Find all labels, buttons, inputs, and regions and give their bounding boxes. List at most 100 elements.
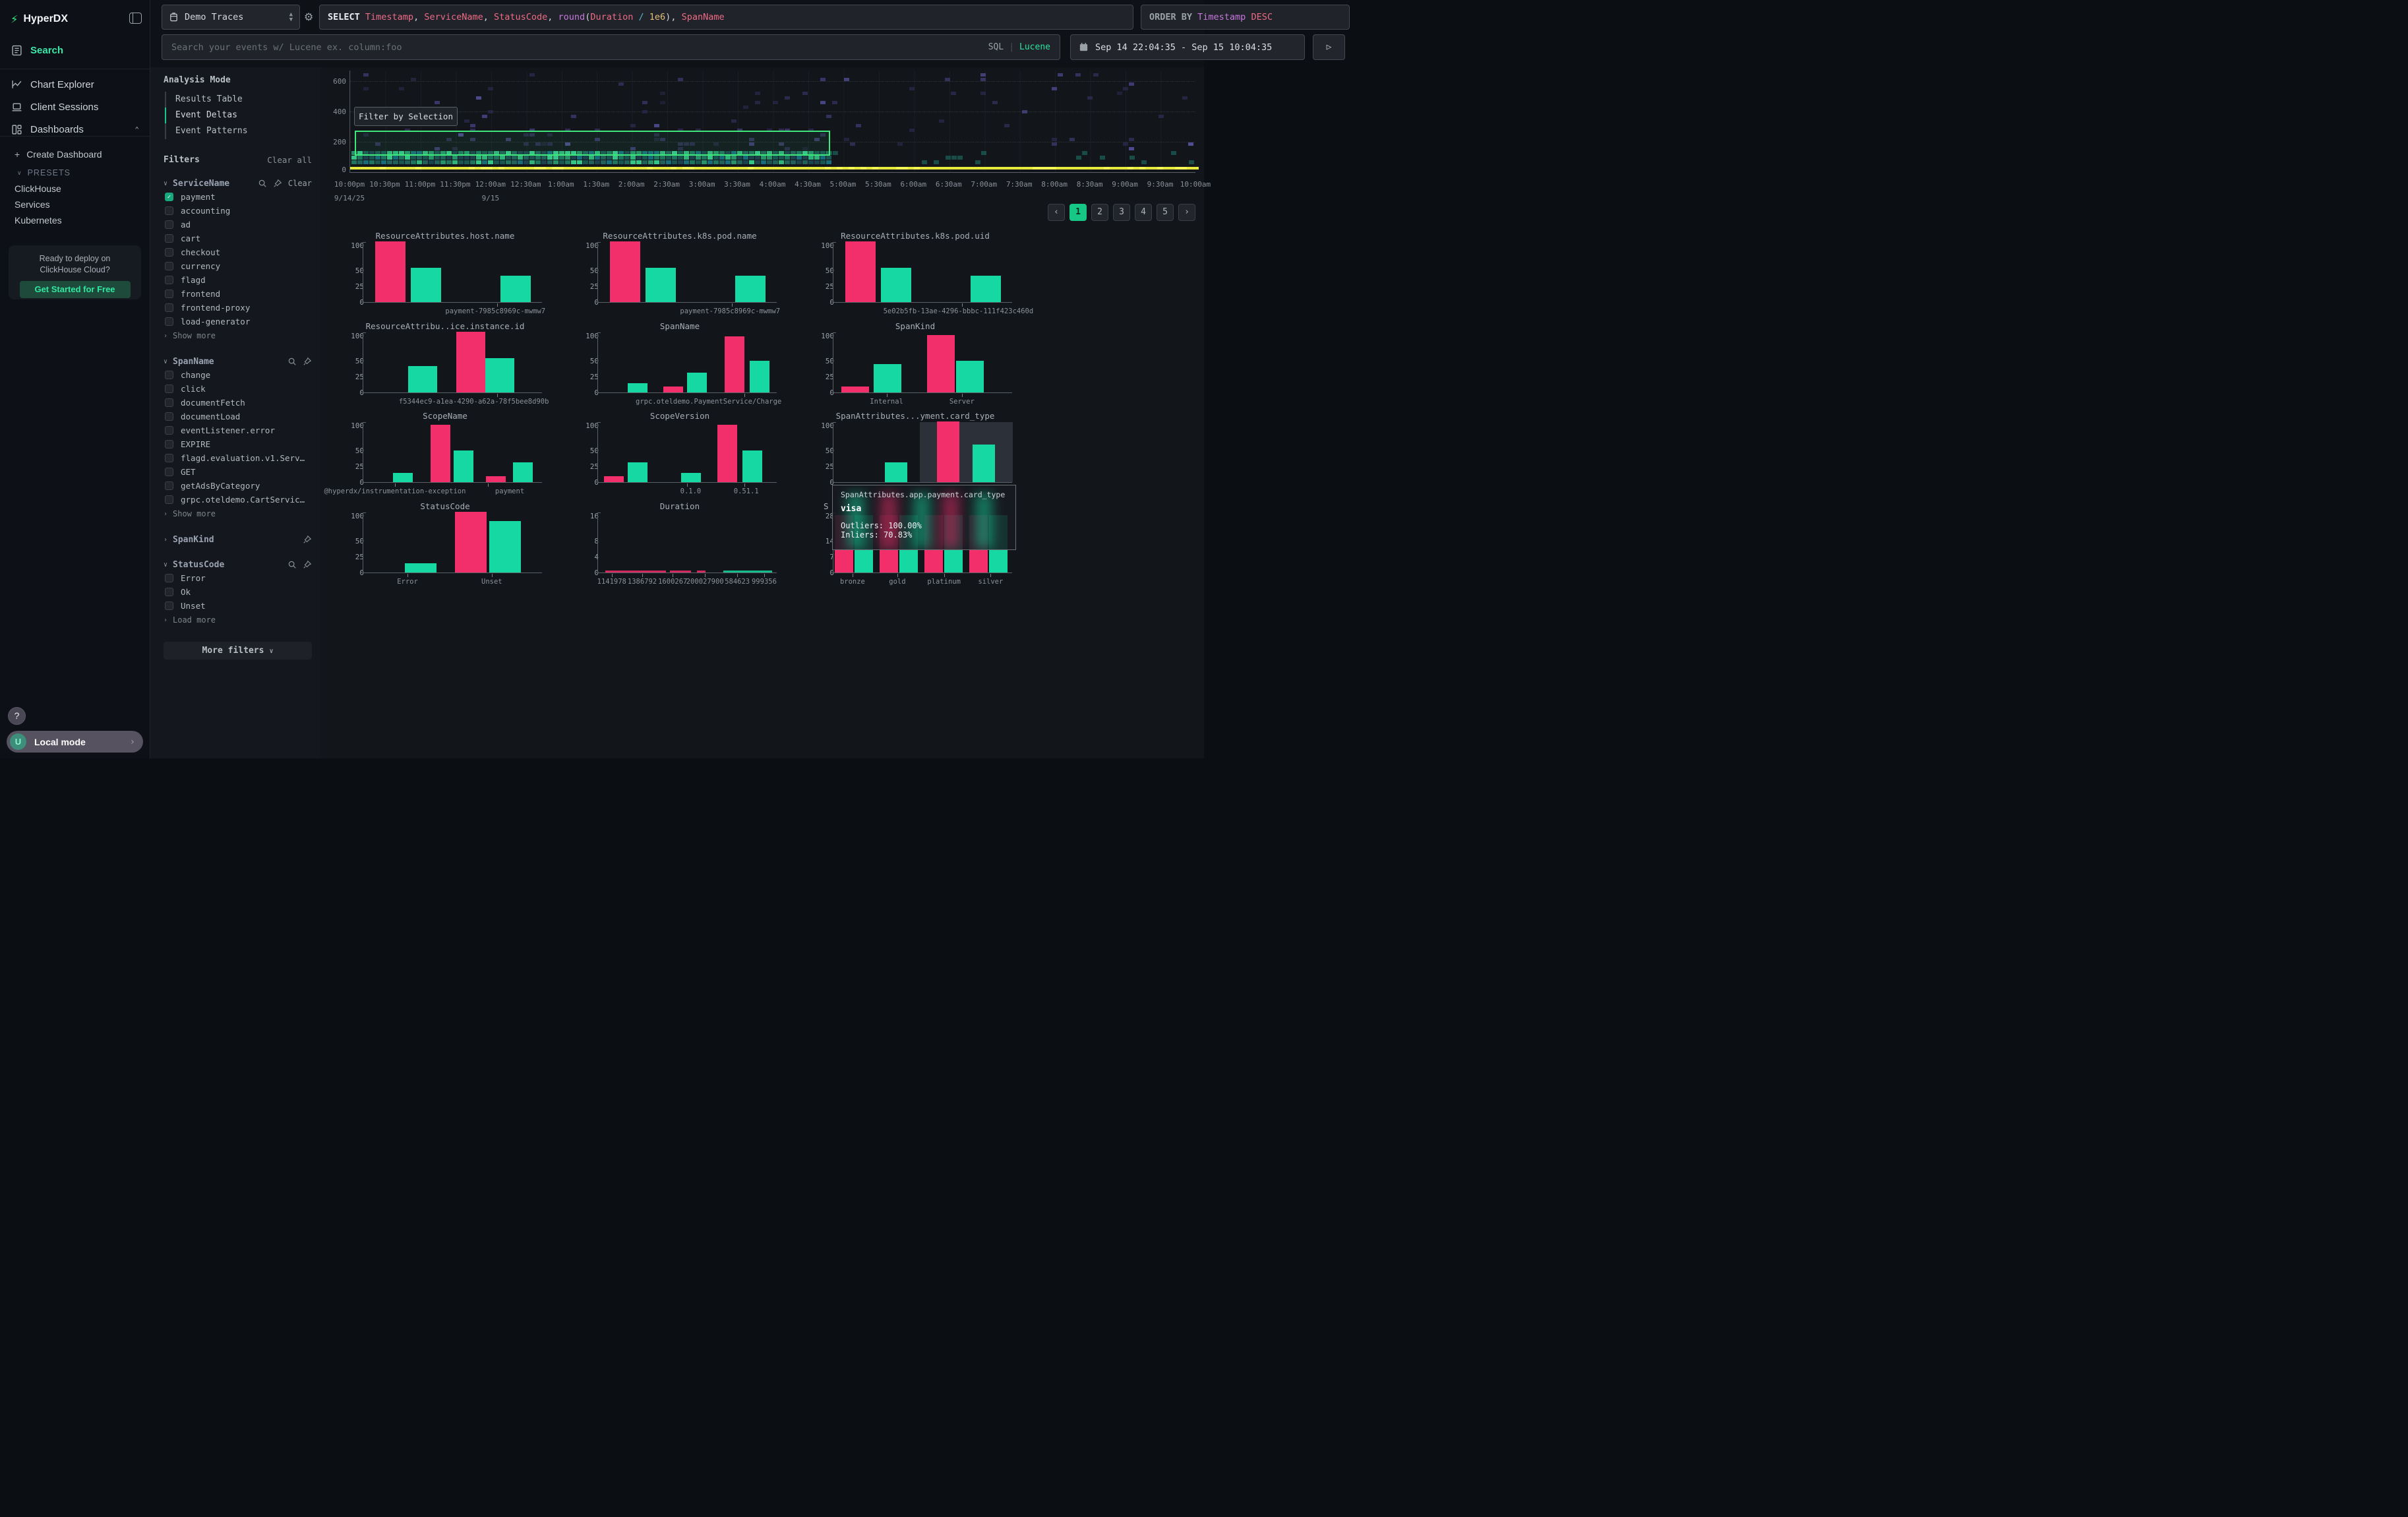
preset-clickhouse[interactable]: ClickHouse: [0, 181, 150, 197]
sidebar-item-search[interactable]: Search: [0, 40, 150, 61]
mini-chart-spankind[interactable]: SpanKind10050250InternalServer: [813, 321, 1017, 410]
filter-option-payment[interactable]: ✓payment: [165, 190, 312, 204]
sidebar-item-dashboards[interactable]: Dashboards ⌃: [0, 119, 150, 140]
filter-option-frontend-proxy[interactable]: frontend-proxy: [165, 301, 312, 315]
more-filters-button[interactable]: More filters∨: [164, 642, 312, 660]
filter-option-ok[interactable]: Ok: [165, 585, 312, 599]
checkbox[interactable]: [165, 290, 173, 298]
filter-option-flagd-evaluation-v1-serv-[interactable]: flagd.evaluation.v1.Serv…: [165, 451, 312, 465]
order-by-input[interactable]: ORDER BY Timestamp DESC: [1141, 5, 1350, 30]
filter-option-change[interactable]: change: [165, 368, 312, 382]
sidebar-collapse-icon[interactable]: [129, 13, 142, 24]
pagination-page-2[interactable]: 2: [1091, 204, 1108, 221]
presets-toggle[interactable]: ∨ PRESETS: [0, 165, 150, 181]
help-button[interactable]: ?: [8, 707, 26, 725]
get-started-button[interactable]: Get Started for Free: [20, 281, 131, 298]
gear-icon[interactable]: ⚙: [304, 11, 313, 23]
pagination-page-3[interactable]: 3: [1113, 204, 1130, 221]
filter-group-header[interactable]: ∨ServiceNameClear: [164, 177, 312, 190]
clear-all-button[interactable]: Clear all: [267, 155, 312, 165]
mini-chart-resourceattributes-k8s-pod-uid[interactable]: ResourceAttributes.k8s.pod.uid100502505e…: [813, 231, 1017, 319]
sidebar-item-chart-explorer[interactable]: Chart Explorer: [0, 74, 150, 95]
checkbox[interactable]: [165, 481, 173, 490]
mini-chart-resourceattributes-host-name[interactable]: ResourceAttributes.host.name10050250paym…: [343, 231, 547, 319]
filter-option-expire[interactable]: EXPIRE: [165, 437, 312, 451]
sql-toggle[interactable]: SQL: [988, 42, 1004, 52]
checkbox[interactable]: [165, 588, 173, 596]
filter-option-error[interactable]: Error: [165, 571, 312, 585]
language-toggle[interactable]: SQL|Lucene: [988, 42, 1050, 52]
filter-option-cart[interactable]: cart: [165, 232, 312, 245]
filter-option-click[interactable]: click: [165, 382, 312, 396]
date-range-picker[interactable]: Sep 14 22:04:35 - Sep 15 10:04:35: [1070, 34, 1305, 60]
checkbox[interactable]: [165, 574, 173, 582]
mini-chart-scopeversion[interactable]: ScopeVersion100502500.1.00.51.1: [578, 411, 782, 499]
filter-option-eventlistener-error[interactable]: eventListener.error: [165, 423, 312, 437]
pin-icon[interactable]: [303, 535, 312, 544]
mini-chart-duration[interactable]: Duration16840114197813867921600267200027…: [578, 501, 782, 590]
checkbox[interactable]: [165, 206, 173, 215]
mini-chart-spanname[interactable]: SpanName10050250grpc.oteldemo.PaymentSer…: [578, 321, 782, 410]
mini-chart-scopename[interactable]: ScopeName10050250@hyperdx/instrumentatio…: [343, 411, 547, 499]
filter-option-unset[interactable]: Unset: [165, 599, 312, 613]
clear-filter-button[interactable]: Clear: [288, 179, 312, 188]
search-icon[interactable]: [258, 179, 267, 188]
analysis-mode-option-event-patterns[interactable]: Event Patterns: [165, 123, 312, 139]
filter-option-ad[interactable]: ad: [165, 218, 312, 232]
checkbox[interactable]: [165, 398, 173, 407]
checkbox[interactable]: [165, 262, 173, 270]
filter-option-documentload[interactable]: documentLoad: [165, 410, 312, 423]
filter-option-get[interactable]: GET: [165, 465, 312, 479]
checkbox[interactable]: [165, 303, 173, 312]
filter-option-accounting[interactable]: accounting: [165, 204, 312, 218]
checkbox[interactable]: [165, 317, 173, 326]
checkbox[interactable]: [165, 248, 173, 257]
checkbox[interactable]: [165, 440, 173, 449]
run-query-button[interactable]: ▷: [1313, 34, 1345, 60]
checkbox[interactable]: [165, 426, 173, 435]
select-query-input[interactable]: SELECT Timestamp, ServiceName, StatusCod…: [319, 5, 1133, 30]
events-heatmap[interactable]: Filter by Selection: [349, 71, 1195, 173]
filter-option-getadsbycategory[interactable]: getAdsByCategory: [165, 479, 312, 493]
checkbox-checked[interactable]: ✓: [165, 193, 173, 201]
pin-icon[interactable]: [303, 357, 312, 366]
checkbox[interactable]: [165, 454, 173, 462]
pagination-page-5[interactable]: 5: [1157, 204, 1174, 221]
pin-icon[interactable]: [273, 179, 282, 188]
pagination-page-1[interactable]: 1: [1069, 204, 1087, 221]
checkbox[interactable]: [165, 385, 173, 393]
search-input[interactable]: Search your events w/ Lucene ex. column:…: [162, 34, 1060, 60]
lucene-toggle[interactable]: Lucene: [1019, 42, 1050, 52]
search-icon[interactable]: [287, 357, 297, 366]
analysis-mode-option-results-table[interactable]: Results Table: [165, 92, 312, 108]
checkbox[interactable]: [165, 602, 173, 610]
mini-chart-resourceattribu-ice-instance-id[interactable]: ResourceAttribu..ice.instance.id10050250…: [343, 321, 547, 410]
checkbox[interactable]: [165, 412, 173, 421]
source-select[interactable]: Demo Traces ▲▼: [162, 5, 300, 30]
filter-by-selection-button[interactable]: Filter by Selection: [354, 107, 458, 126]
filter-option-flagd[interactable]: flagd: [165, 273, 312, 287]
checkbox[interactable]: [165, 276, 173, 284]
filter-option-documentfetch[interactable]: documentFetch: [165, 396, 312, 410]
checkbox[interactable]: [165, 495, 173, 504]
search-icon[interactable]: [287, 560, 297, 569]
pin-icon[interactable]: [303, 560, 312, 569]
filter-option-frontend[interactable]: frontend: [165, 287, 312, 301]
heatmap-selection-box[interactable]: [355, 131, 830, 156]
checkbox[interactable]: [165, 234, 173, 243]
preset-kubernetes[interactable]: Kubernetes: [0, 212, 150, 228]
pagination-next-button[interactable]: ›: [1178, 204, 1195, 221]
sidebar-item-client-sessions[interactable]: Client Sessions: [0, 96, 150, 117]
checkbox[interactable]: [165, 220, 173, 229]
create-dashboard-button[interactable]: + Create Dashboard: [0, 146, 150, 162]
pagination-page-4[interactable]: 4: [1135, 204, 1152, 221]
filter-group-header[interactable]: ›SpanKind: [164, 533, 312, 546]
filter-group-header[interactable]: ∨StatusCode: [164, 558, 312, 571]
checkbox[interactable]: [165, 371, 173, 379]
filter-option-currency[interactable]: currency: [165, 259, 312, 273]
analysis-mode-option-event-deltas[interactable]: Event Deltas: [165, 108, 312, 123]
mini-chart-resourceattributes-k8s-pod-name[interactable]: ResourceAttributes.k8s.pod.name10050250p…: [578, 231, 782, 319]
mini-chart-statuscode[interactable]: StatusCode10050250ErrorUnset: [343, 501, 547, 590]
show-more-button[interactable]: ›Show more: [164, 328, 312, 343]
filter-option-grpc-oteldemo-cartservic-[interactable]: grpc.oteldemo.CartServic…: [165, 493, 312, 507]
